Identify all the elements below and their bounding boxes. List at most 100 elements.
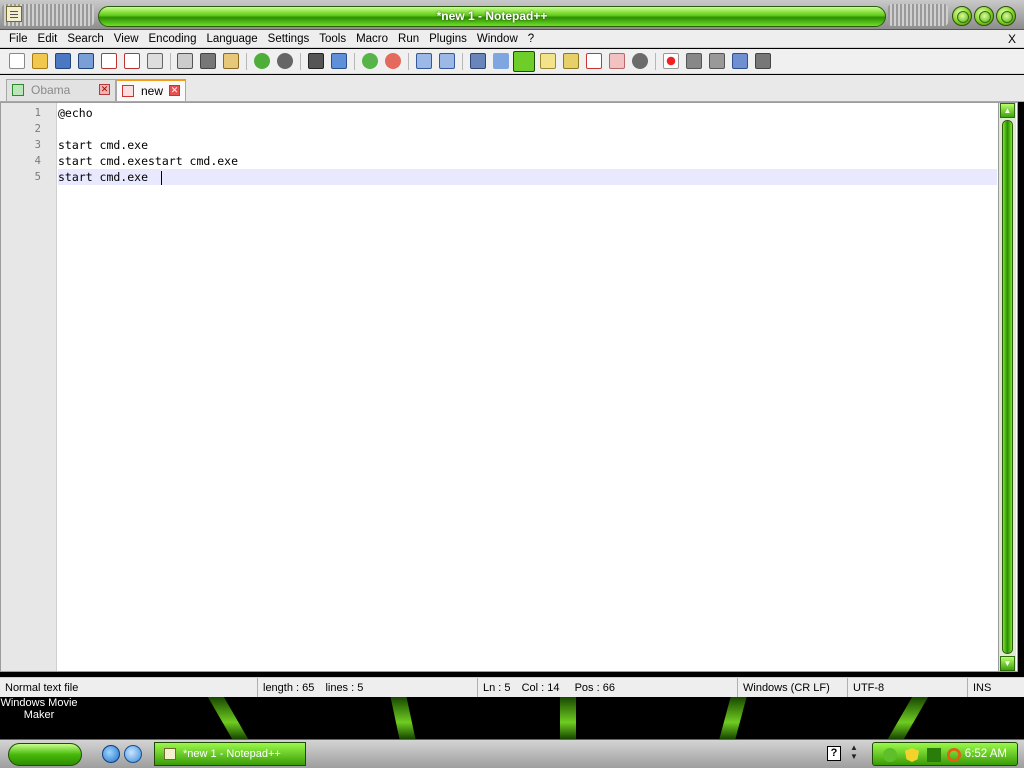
sync-horizontal-icon[interactable] (439, 53, 455, 69)
text-caret (161, 171, 162, 185)
desktop-shortcut-label[interactable]: Windows Movie Maker (0, 697, 78, 721)
browser-quicklaunch-icon[interactable] (124, 745, 142, 763)
close-document-button[interactable]: X (1008, 30, 1016, 48)
close-window-button[interactable] (996, 6, 1016, 26)
start-button[interactable] (8, 743, 82, 766)
menu-view[interactable]: View (109, 30, 144, 48)
show-all-characters-icon[interactable] (493, 53, 509, 69)
clock[interactable]: 6:52 AM (965, 743, 1007, 765)
toolbar-separator (300, 53, 301, 70)
scrollbar-thumb[interactable] (1002, 120, 1013, 654)
tab-obama-theme[interactable]: Obama Theme ✕ (6, 79, 116, 117)
internet-explorer-icon[interactable] (102, 745, 120, 763)
new-file-icon[interactable] (9, 53, 25, 69)
monitoring-icon[interactable] (632, 53, 648, 69)
menu-settings[interactable]: Settings (263, 30, 315, 48)
title-bar[interactable]: *new 1 - Notepad++ (0, 0, 1024, 30)
menu-run[interactable]: Run (393, 30, 424, 48)
desktop-light-beam (390, 697, 416, 739)
tab-close-icon[interactable]: ✕ (169, 85, 180, 96)
replace-icon[interactable] (331, 53, 347, 69)
menu-help[interactable]: ? (523, 30, 539, 48)
minimize-button[interactable] (952, 6, 972, 26)
menu-search[interactable]: Search (62, 30, 108, 48)
word-wrap-icon[interactable] (470, 53, 486, 69)
play-macro-icon[interactable] (709, 53, 725, 69)
toolbar-separator (408, 53, 409, 70)
code-line[interactable] (58, 121, 997, 137)
run-macro-multiple-icon[interactable] (732, 53, 748, 69)
toolbar-separator (462, 53, 463, 70)
menu-bar: File Edit Search View Encoding Language … (0, 30, 1024, 48)
menu-edit[interactable]: Edit (33, 30, 63, 48)
notepad-app-icon[interactable] (6, 6, 22, 22)
close-all-icon[interactable] (124, 53, 140, 69)
save-icon[interactable] (55, 53, 71, 69)
file-saved-icon (12, 84, 24, 96)
menu-window[interactable]: Window (472, 30, 523, 48)
print-icon[interactable] (147, 53, 163, 69)
line-number: 1 (34, 107, 41, 119)
status-encoding[interactable]: UTF-8 (848, 678, 968, 698)
help-icon[interactable]: ? (827, 746, 841, 761)
current-code-line[interactable]: start cmd.exe (58, 169, 997, 185)
code-line[interactable]: start cmd.exestart cmd.exe (58, 153, 997, 169)
paste-icon[interactable] (223, 53, 239, 69)
status-insert-mode[interactable]: INS (968, 678, 1004, 698)
zoom-out-icon[interactable] (385, 53, 401, 69)
taskbar-notepad-button[interactable]: *new 1 - Notepad++ (154, 742, 306, 766)
desktop-light-beam (560, 697, 576, 739)
sync-vertical-icon[interactable] (416, 53, 432, 69)
document-map-icon[interactable] (563, 53, 579, 69)
maximize-button[interactable] (974, 6, 994, 26)
user-language-icon[interactable] (540, 53, 556, 69)
save-macro-icon[interactable] (755, 53, 771, 69)
code-line[interactable]: start cmd.exe (58, 137, 997, 153)
find-icon[interactable] (308, 53, 324, 69)
search-icon[interactable] (947, 748, 961, 762)
tab-bar: Obama Theme ✕ new 1 ✕ (0, 75, 1024, 118)
tab-close-icon[interactable]: ✕ (99, 84, 110, 95)
menu-file[interactable]: File (4, 30, 33, 48)
menu-encoding[interactable]: Encoding (144, 30, 202, 48)
tab-new-1[interactable]: new 1 ✕ (116, 79, 186, 118)
cut-icon[interactable] (177, 53, 193, 69)
volume-icon[interactable] (927, 748, 941, 762)
toolbar-separator (246, 53, 247, 70)
function-list-icon[interactable] (586, 53, 602, 69)
line-number: 5 (34, 171, 41, 183)
taskbar-button-label: *new 1 - Notepad++ (183, 748, 281, 760)
code-line[interactable]: @echo (58, 105, 997, 121)
stop-recording-icon[interactable] (686, 53, 702, 69)
menu-plugins[interactable]: Plugins (424, 30, 472, 48)
vertical-scrollbar[interactable]: ▲ ▼ (998, 103, 1016, 671)
status-ln: Ln : 5 (483, 682, 511, 694)
undo-icon[interactable] (254, 53, 270, 69)
close-file-icon[interactable] (101, 53, 117, 69)
tray-expand-icon[interactable]: ▲ ▼ (850, 743, 858, 761)
zoom-in-icon[interactable] (362, 53, 378, 69)
network-icon[interactable] (883, 748, 897, 762)
folder-as-workspace-icon[interactable] (609, 53, 625, 69)
scroll-down-icon[interactable]: ▼ (1000, 656, 1015, 671)
status-eol-format[interactable]: Windows (CR LF) (738, 678, 848, 698)
save-all-icon[interactable] (78, 53, 94, 69)
editor[interactable]: 1 2 3 4 5 @echo start cmd.exe start cmd.… (0, 102, 1018, 672)
menu-tools[interactable]: Tools (314, 30, 351, 48)
status-lines: lines : 5 (325, 682, 364, 694)
record-macro-icon[interactable] (663, 53, 679, 69)
scroll-up-icon[interactable]: ▲ (1000, 103, 1015, 118)
title-grip-right (888, 4, 948, 26)
indent-guide-button[interactable] (513, 51, 535, 72)
system-tray: 6:52 AM (872, 742, 1018, 766)
open-file-icon[interactable] (32, 53, 48, 69)
copy-icon[interactable] (200, 53, 216, 69)
line-number: 4 (34, 155, 41, 167)
menu-macro[interactable]: Macro (351, 30, 393, 48)
security-shield-icon[interactable] (905, 748, 919, 762)
menu-language[interactable]: Language (201, 30, 262, 48)
line-number-gutter[interactable]: 1 2 3 4 5 (1, 103, 57, 671)
redo-icon[interactable] (277, 53, 293, 69)
desktop-light-beam (207, 697, 249, 739)
window-title: *new 1 - Notepad++ (98, 6, 886, 27)
